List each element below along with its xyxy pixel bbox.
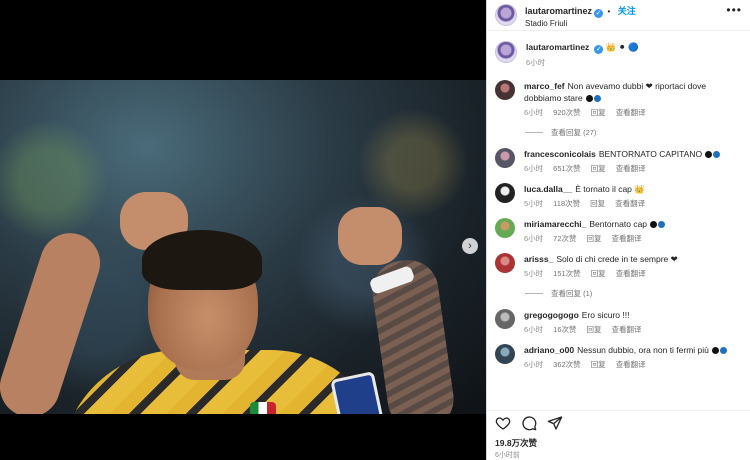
comment-text: Nessun dubbio, ora non ti fermi più bbox=[577, 345, 709, 355]
comment-username[interactable]: adriano_o00 bbox=[524, 345, 574, 355]
commenter-avatar[interactable] bbox=[495, 183, 515, 203]
reply-button[interactable]: 回复 bbox=[591, 107, 606, 118]
black-heart-icon bbox=[585, 94, 593, 102]
follow-button[interactable]: 关注 bbox=[618, 6, 636, 16]
translate-button[interactable]: 查看翻译 bbox=[616, 359, 646, 370]
black-heart-icon bbox=[705, 150, 713, 158]
comment-username[interactable]: luca.dalla__ bbox=[524, 184, 572, 194]
blue-heart-icon bbox=[658, 220, 666, 228]
comment-username[interactable]: marco_fef bbox=[524, 81, 565, 91]
comment-item: arisss_ Solo di chi crede in te sempre ❤ … bbox=[495, 253, 742, 279]
translate-button[interactable]: 查看翻译 bbox=[616, 268, 646, 279]
comment-likes[interactable]: 362次赞 bbox=[553, 359, 581, 370]
commenter-avatar[interactable] bbox=[495, 80, 515, 100]
translate-button[interactable]: 查看翻译 bbox=[615, 198, 645, 209]
reply-button[interactable]: 回复 bbox=[590, 198, 605, 209]
photo-italy-badge bbox=[250, 402, 276, 414]
commenter-avatar[interactable] bbox=[495, 253, 515, 273]
comment-item: luca.dalla__ È tornato il cap 👑 5小时 118次赞… bbox=[495, 183, 742, 209]
comment-username[interactable]: gregogogogo bbox=[524, 310, 579, 320]
comment-text: È tornato il cap 👑 bbox=[575, 184, 645, 194]
view-replies-button[interactable]: 查看回复 (27) bbox=[525, 127, 742, 138]
commenter-avatar[interactable] bbox=[495, 218, 515, 238]
translate-button[interactable]: 查看翻译 bbox=[612, 324, 642, 335]
translate-button[interactable]: 查看翻译 bbox=[616, 163, 646, 174]
comment-item: gregogogogo Ero sicuro !!! 6小时 16次赞 回复 查看… bbox=[495, 309, 742, 335]
like-count[interactable]: 19.8万次赞 bbox=[495, 437, 743, 449]
author-avatar[interactable] bbox=[495, 4, 517, 26]
comment-text: BENTORNATO CAPITANO bbox=[598, 149, 703, 159]
comment-text: Solo di chi crede in te sempre ❤ bbox=[556, 254, 678, 264]
comment-likes[interactable]: 920次赞 bbox=[553, 107, 581, 118]
comment-time: 6小时 bbox=[524, 234, 544, 243]
comment-icon[interactable] bbox=[521, 415, 537, 431]
photo-hair bbox=[142, 230, 262, 290]
caption-emojis: 👑 ⚫ 🔵 bbox=[605, 42, 639, 52]
comment-item: miriamarecchi_ Bentornato cap 6小时 72次赞 回复… bbox=[495, 218, 742, 244]
comments-list[interactable]: lautaromartinez ✓ 👑 ⚫ 🔵 6小时 marco_fef Non … bbox=[487, 31, 750, 409]
share-send-icon[interactable] bbox=[547, 415, 563, 431]
blue-heart-icon bbox=[720, 346, 728, 354]
comment-item: marco_fef Non avevamo dubbi ❤ riportaci d… bbox=[495, 80, 742, 118]
post-media-panel: › bbox=[0, 0, 486, 460]
post-details-panel: lautaromartinez ✓ • 关注 Stadio Friuli ••• … bbox=[486, 0, 750, 460]
comment-likes[interactable]: 151次赞 bbox=[553, 268, 581, 279]
post-location[interactable]: Stadio Friuli bbox=[525, 18, 636, 30]
comment-username[interactable]: arisss_ bbox=[524, 254, 553, 264]
more-options-icon[interactable]: ••• bbox=[726, 4, 742, 16]
post-caption: lautaromartinez ✓ 👑 ⚫ 🔵 6小时 bbox=[495, 41, 742, 68]
view-replies-button[interactable]: 查看回复 (1) bbox=[525, 288, 742, 299]
comment-username[interactable]: francesconicolais bbox=[524, 149, 596, 159]
comment-text: Bentornato cap bbox=[589, 219, 648, 229]
comment-time: 6小时 bbox=[524, 164, 544, 173]
comment-time: 6小时 bbox=[524, 325, 544, 334]
reply-button[interactable]: 回复 bbox=[591, 268, 606, 279]
comment-likes[interactable]: 651次赞 bbox=[553, 163, 581, 174]
photo-right-fist bbox=[338, 207, 402, 265]
verified-badge-icon: ✓ bbox=[594, 45, 604, 54]
translate-button[interactable]: 查看翻译 bbox=[612, 233, 642, 244]
like-heart-icon[interactable] bbox=[495, 415, 511, 431]
translate-button[interactable]: 查看翻译 bbox=[616, 107, 646, 118]
post-actions: 19.8万次赞 6小时前 bbox=[487, 410, 750, 460]
black-heart-icon bbox=[712, 346, 720, 354]
commenter-avatar[interactable] bbox=[495, 309, 515, 329]
caption-avatar[interactable] bbox=[495, 41, 517, 63]
comment-username[interactable]: miriamarecchi_ bbox=[524, 219, 586, 229]
post-time: 6小时前 bbox=[495, 452, 520, 459]
comment-time: 5小时 bbox=[524, 269, 544, 278]
post-photo[interactable] bbox=[0, 80, 486, 414]
comment-likes[interactable]: 16次赞 bbox=[553, 324, 576, 335]
comment-item: francesconicolais BENTORNATO CAPITANO 6小时… bbox=[495, 148, 742, 174]
comment-time: 5小时 bbox=[524, 199, 544, 208]
commenter-avatar[interactable] bbox=[495, 148, 515, 168]
comment-item: adriano_o00 Nessun dubbio, ora non ti fer… bbox=[495, 344, 742, 370]
post-header: lautaromartinez ✓ • 关注 Stadio Friuli ••• bbox=[487, 0, 750, 31]
next-image-button[interactable]: › bbox=[462, 238, 478, 254]
comment-likes[interactable]: 118次赞 bbox=[553, 198, 580, 209]
comment-time: 6小时 bbox=[524, 360, 544, 369]
caption-username[interactable]: lautaromartinez bbox=[526, 42, 589, 52]
black-heart-icon bbox=[650, 220, 658, 228]
blue-heart-icon bbox=[713, 150, 721, 158]
caption-time: 6小时 bbox=[526, 58, 546, 67]
author-username[interactable]: lautaromartinez bbox=[525, 6, 592, 16]
comment-likes[interactable]: 72次赞 bbox=[553, 233, 576, 244]
comment-time: 6小时 bbox=[524, 108, 544, 117]
verified-badge-icon: ✓ bbox=[594, 9, 604, 18]
reply-button[interactable]: 回复 bbox=[591, 359, 606, 370]
commenter-avatar[interactable] bbox=[495, 344, 515, 364]
comment-text: Ero sicuro !!! bbox=[581, 310, 630, 320]
reply-button[interactable]: 回复 bbox=[587, 233, 602, 244]
separator-dot: • bbox=[607, 7, 611, 16]
reply-button[interactable]: 回复 bbox=[591, 163, 606, 174]
blue-heart-icon bbox=[593, 94, 601, 102]
reply-button[interactable]: 回复 bbox=[587, 324, 602, 335]
